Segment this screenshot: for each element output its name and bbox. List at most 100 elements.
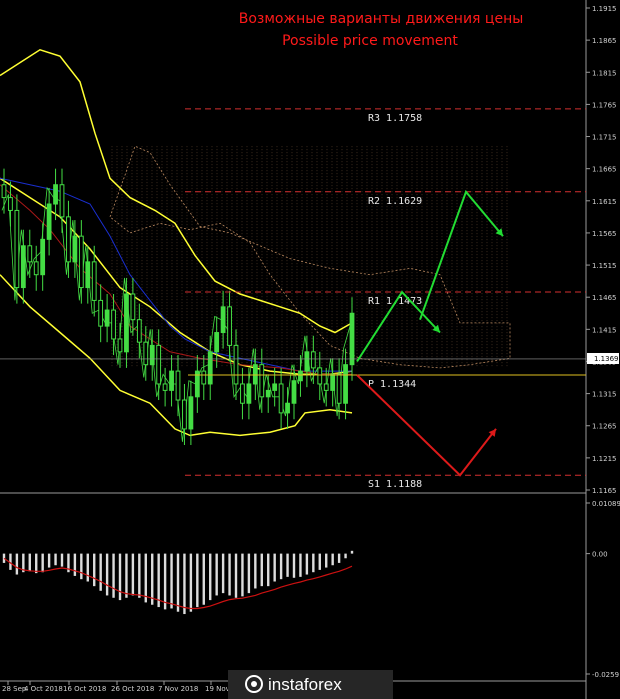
macd-bar bbox=[60, 553, 64, 567]
macd-bar bbox=[138, 553, 141, 598]
candle-body bbox=[304, 351, 310, 372]
macd-bar bbox=[350, 550, 354, 554]
candle-body bbox=[33, 261, 39, 276]
macd-bar bbox=[176, 553, 180, 612]
time-tick-label: 7 Nov 2018 bbox=[158, 685, 198, 693]
candle-body bbox=[66, 216, 71, 263]
candle-body bbox=[323, 383, 329, 391]
macd-bar bbox=[35, 553, 38, 574]
candle-body bbox=[169, 370, 174, 391]
level-label-p: P 1.1344 bbox=[368, 379, 416, 390]
macd-bar bbox=[118, 553, 122, 601]
candle-body bbox=[59, 184, 65, 218]
current-price-label: 1.1369 bbox=[594, 355, 619, 363]
candle-body bbox=[188, 396, 194, 430]
candle-body bbox=[98, 299, 104, 327]
candle-body bbox=[136, 319, 142, 343]
logo-text: instaforex bbox=[268, 675, 342, 694]
macd-bar bbox=[254, 553, 257, 589]
macd-bar bbox=[163, 553, 167, 610]
candle-body bbox=[265, 389, 271, 398]
candle-body bbox=[175, 370, 181, 401]
candle-body bbox=[240, 383, 245, 404]
macd-bar bbox=[241, 553, 244, 597]
macd-bar bbox=[273, 553, 276, 582]
candle-body bbox=[336, 373, 342, 404]
time-tick-label: 26 Oct 2018 bbox=[111, 685, 154, 693]
macd-bar bbox=[170, 553, 173, 609]
candle-body bbox=[46, 203, 52, 240]
macd-tick-label: 0.01089 bbox=[592, 500, 620, 508]
title-english: Possible price movement bbox=[282, 33, 458, 49]
macd-bar bbox=[247, 553, 251, 594]
macd-bar bbox=[189, 553, 193, 612]
candle-body bbox=[27, 245, 33, 263]
candle-body bbox=[278, 383, 284, 414]
macd-bar bbox=[344, 553, 347, 559]
macd-bar bbox=[267, 553, 270, 587]
instaforex-logo: instaforex bbox=[228, 670, 393, 699]
candle-body bbox=[285, 402, 290, 414]
price-tick-label: 1.1665 bbox=[592, 166, 617, 174]
macd-bar bbox=[157, 553, 160, 608]
macd-bar bbox=[125, 553, 128, 598]
candle-body bbox=[259, 364, 265, 398]
candle-body bbox=[40, 238, 46, 276]
candle-body bbox=[104, 309, 110, 327]
candle-body bbox=[201, 370, 207, 385]
price-tick-label: 1.1215 bbox=[592, 455, 617, 463]
price-tick-label: 1.1715 bbox=[592, 134, 617, 142]
price-tick-label: 1.1315 bbox=[592, 391, 617, 399]
candle-body bbox=[291, 380, 297, 404]
macd-bar bbox=[28, 553, 31, 572]
candle-body bbox=[1, 184, 7, 199]
macd-bar bbox=[337, 553, 341, 563]
macd-bar bbox=[286, 553, 289, 577]
candle-body bbox=[182, 399, 187, 430]
level-label-r2: R2 1.1629 bbox=[368, 196, 422, 207]
macd-bar bbox=[151, 553, 154, 605]
candle-body bbox=[227, 306, 232, 346]
time-tick-label: 4 Oct 2018 bbox=[24, 685, 63, 693]
candle-body bbox=[72, 235, 78, 263]
chart-background bbox=[0, 0, 620, 699]
candle-body bbox=[91, 261, 97, 301]
macd-bar bbox=[131, 553, 135, 596]
macd-bar bbox=[80, 553, 83, 580]
macd-bar bbox=[209, 553, 212, 601]
price-tick-label: 1.1515 bbox=[592, 262, 617, 270]
macd-bar bbox=[112, 553, 115, 598]
candle-body bbox=[111, 309, 116, 340]
candle-body bbox=[207, 351, 213, 385]
price-tick-label: 1.1465 bbox=[592, 294, 617, 302]
level-label-s1: S1 1.1188 bbox=[368, 479, 422, 490]
candle-body bbox=[220, 306, 226, 334]
candle-body bbox=[124, 293, 129, 353]
macd-bar bbox=[41, 553, 44, 573]
price-tick-label: 1.1165 bbox=[592, 487, 617, 495]
macd-bar bbox=[299, 553, 302, 577]
candle-body bbox=[20, 245, 26, 289]
candle-body bbox=[246, 383, 252, 404]
macd-bar bbox=[99, 553, 102, 591]
time-tick-label: 16 Oct 2018 bbox=[63, 685, 106, 693]
candle-body bbox=[349, 312, 355, 366]
candle-body bbox=[214, 332, 220, 353]
candle-body bbox=[233, 344, 239, 385]
candle-body bbox=[298, 370, 303, 382]
macd-bar bbox=[318, 553, 321, 570]
macd-bar bbox=[86, 553, 89, 582]
macd-bar bbox=[215, 553, 218, 596]
candle-body bbox=[149, 344, 155, 366]
candle-body bbox=[343, 364, 348, 404]
candle-body bbox=[272, 383, 278, 391]
macd-bar bbox=[260, 553, 263, 587]
price-tick-label: 1.1815 bbox=[592, 69, 617, 77]
candle-body bbox=[143, 341, 149, 366]
candle-body bbox=[252, 364, 258, 385]
candle-body bbox=[162, 383, 168, 391]
macd-bar bbox=[93, 553, 96, 587]
price-tick-label: 1.1765 bbox=[592, 101, 617, 109]
macd-tick-label: 0.00 bbox=[592, 551, 608, 559]
macd-bar bbox=[196, 553, 199, 608]
